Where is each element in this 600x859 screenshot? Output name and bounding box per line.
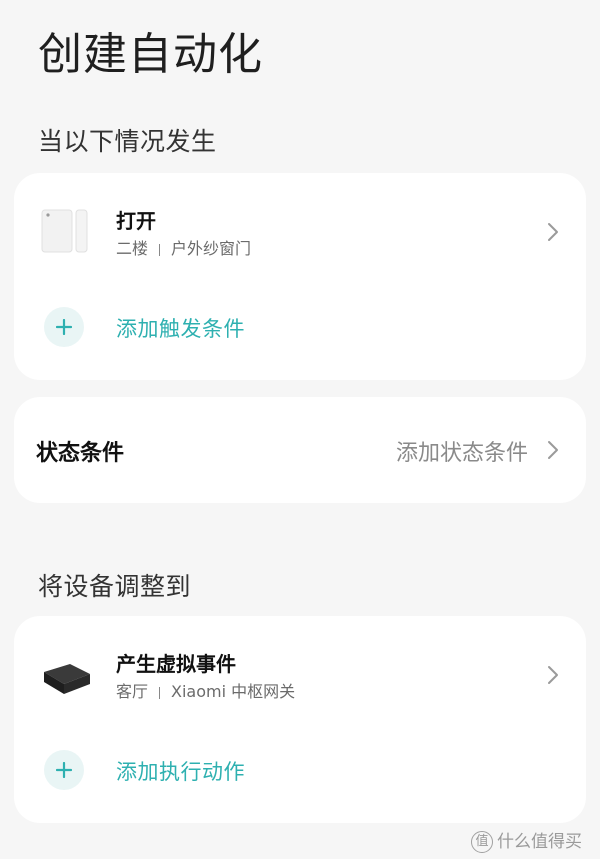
watermark-logo: 值: [471, 831, 493, 853]
action-device-label: Xiaomi 中枢网关: [171, 682, 296, 701]
trigger-device-row[interactable]: 打开 二楼 户外纱窗门: [14, 187, 586, 267]
action-device-location: 客厅 Xiaomi 中枢网关: [116, 678, 295, 702]
add-circle-icon: [44, 307, 84, 347]
trigger-device-label: 户外纱窗门: [171, 239, 252, 258]
trigger-device-location: 二楼 户外纱窗门: [116, 235, 251, 259]
separator: [159, 243, 161, 256]
add-action-button[interactable]: 添加执行动作: [14, 740, 586, 800]
plus-icon: [56, 319, 72, 335]
add-trigger-button[interactable]: 添加触发条件: [14, 297, 586, 357]
add-circle-icon: [44, 750, 84, 790]
watermark: 值什么值得买: [471, 827, 582, 853]
chevron-right-icon: [548, 666, 558, 684]
hub-gateway-icon: [44, 664, 90, 694]
action-device-name: 产生虚拟事件: [116, 652, 236, 676]
action-device-row[interactable]: 产生虚拟事件 客厅 Xiaomi 中枢网关: [14, 630, 586, 710]
trigger-device-room: 二楼: [116, 239, 149, 258]
trigger-card: 打开 二楼 户外纱窗门 添加触发条件: [14, 173, 586, 380]
add-action-label: 添加执行动作: [116, 760, 245, 784]
action-section-title: 将设备调整到: [38, 572, 192, 601]
watermark-text: 什么值得买: [497, 832, 582, 852]
plus-icon: [56, 762, 72, 778]
chevron-right-icon: [548, 441, 558, 459]
state-condition-card[interactable]: 状态条件 添加状态条件: [14, 397, 586, 503]
add-trigger-label: 添加触发条件: [116, 317, 245, 341]
separator: [159, 686, 161, 699]
state-condition-label: 状态条件: [36, 441, 125, 466]
trigger-section-title: 当以下情况发生: [38, 127, 217, 156]
door-window-sensor-icon: [41, 209, 88, 253]
page-title: 创建自动化: [38, 29, 263, 80]
action-card: 产生虚拟事件 客厅 Xiaomi 中枢网关 添加执行动作: [14, 616, 586, 823]
action-device-room: 客厅: [116, 682, 149, 701]
trigger-device-name: 打开: [116, 209, 156, 233]
add-state-condition-link[interactable]: 添加状态条件: [396, 435, 528, 467]
create-automation-page: 创建自动化 当以下情况发生 打开 二楼 户外纱窗门 添加触发条件 状态条件 添加…: [0, 0, 600, 859]
chevron-right-icon: [548, 223, 558, 241]
